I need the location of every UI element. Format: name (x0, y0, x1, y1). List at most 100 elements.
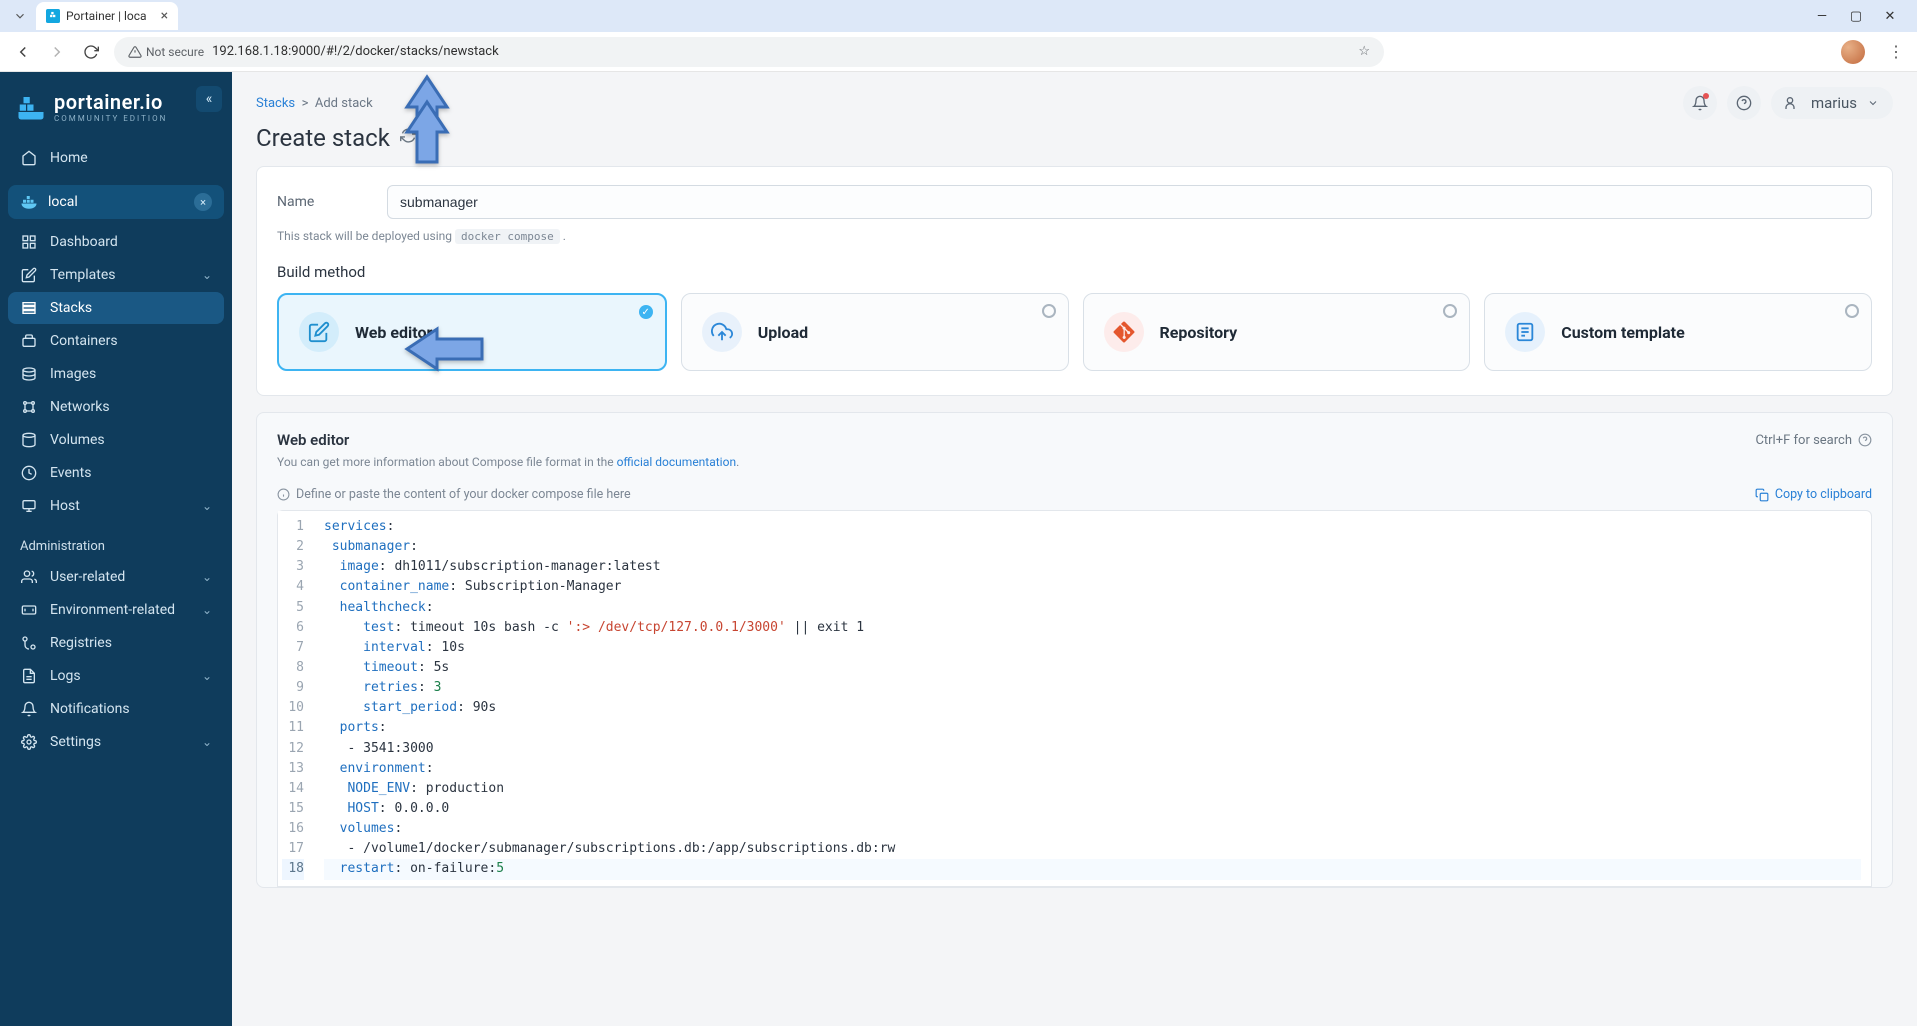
sidebar-item-environment-related[interactable]: Environment-related⌄ (8, 594, 224, 626)
not-secure-badge[interactable]: Not secure (128, 45, 204, 59)
upload-cloud-icon (702, 312, 742, 352)
user-menu[interactable]: marius (1771, 87, 1893, 119)
radio-icon (1042, 304, 1056, 318)
logs-icon (20, 668, 38, 684)
sidebar-item-images[interactable]: Images (8, 358, 224, 390)
url-field[interactable]: Not secure 192.168.1.18:9000/#!/2/docker… (114, 37, 1384, 67)
breadcrumb-leaf: Add stack (315, 96, 373, 111)
networks-icon (20, 399, 38, 415)
copy-to-clipboard-button[interactable]: Copy to clipboard (1755, 487, 1872, 502)
chevron-down-icon: ⌄ (202, 268, 212, 282)
sidebar-item-notifications[interactable]: Notifications (8, 693, 224, 725)
containers-icon (20, 333, 38, 349)
browser-address-bar: Not secure 192.168.1.18:9000/#!/2/docker… (0, 32, 1917, 72)
browser-tab-strip: Portainer | loca × — ▢ ✕ (0, 0, 1917, 32)
sidebar-item-networks[interactable]: Networks (8, 391, 224, 423)
sidebar-item-logs[interactable]: Logs⌄ (8, 660, 224, 692)
window-maximize-icon[interactable]: ▢ (1849, 9, 1863, 24)
editor-search-hint: Ctrl+F for search (1755, 433, 1872, 448)
tabs-dropdown-icon[interactable] (8, 4, 32, 28)
sidebar-item-containers[interactable]: Containers (8, 325, 224, 357)
git-icon (1104, 312, 1144, 352)
sidebar-collapse-button[interactable]: « (196, 86, 222, 112)
template-icon (1505, 312, 1545, 352)
browser-tab[interactable]: Portainer | loca × (36, 2, 178, 30)
bell-icon (1692, 95, 1708, 111)
build-method-custom-template[interactable]: Custom template (1484, 293, 1872, 371)
breadcrumb: Stacks > Add stack (256, 96, 373, 111)
sidebar-item-stacks[interactable]: Stacks (8, 292, 224, 324)
home-icon (20, 150, 38, 166)
tab-title: Portainer | loca (66, 9, 147, 23)
settings-icon (20, 734, 38, 750)
images-icon (20, 366, 38, 382)
browser-menu-icon[interactable]: ⋮ (1887, 42, 1905, 61)
sidebar-item-templates[interactable]: Templates⌄ (8, 259, 224, 291)
radio-icon (1443, 304, 1457, 318)
brand-edition: COMMUNITY EDITION (54, 114, 167, 123)
events-icon (20, 465, 38, 481)
edit-icon (299, 312, 339, 352)
nav-forward-icon[interactable] (46, 43, 68, 61)
docker-whale-icon (20, 193, 38, 211)
window-close-icon[interactable]: ✕ (1883, 9, 1897, 24)
sidebar-item-dashboard[interactable]: Dashboard (8, 226, 224, 258)
nav-back-icon[interactable] (12, 43, 34, 61)
build-method-upload[interactable]: Upload (681, 293, 1069, 371)
editor-gutter: 123456789101112131415161718 (278, 511, 314, 886)
info-icon (277, 488, 290, 501)
environment-close-icon[interactable]: × (194, 193, 212, 211)
editor-title: Web editor (277, 431, 349, 449)
radio-icon (1845, 304, 1859, 318)
chevron-down-icon: ⌄ (202, 603, 212, 617)
editor-subtitle: You can get more information about Compo… (277, 455, 1872, 469)
sidebar-item-home[interactable]: Home (8, 142, 224, 174)
dashboard-icon (20, 234, 38, 250)
editor-content[interactable]: services: submanager: image: dh1011/subs… (314, 511, 1871, 886)
user-related-icon (20, 569, 38, 585)
help-button[interactable] (1727, 86, 1761, 120)
notifications-button[interactable] (1683, 86, 1717, 120)
chevron-down-icon: ⌄ (202, 735, 212, 749)
window-minimize-icon[interactable]: — (1815, 9, 1829, 24)
host-icon (20, 498, 38, 514)
chevron-down-icon: ⌄ (202, 499, 212, 513)
sidebar-item-registries[interactable]: Registries (8, 627, 224, 659)
nav-reload-icon[interactable] (80, 44, 102, 60)
sidebar-section-administration: Administration (8, 523, 224, 560)
brand-name: portainer.io (54, 90, 167, 114)
sidebar-item-settings[interactable]: Settings⌄ (8, 726, 224, 758)
tab-close-icon[interactable]: × (161, 8, 168, 24)
breadcrumb-stacks-link[interactable]: Stacks (256, 96, 295, 111)
portainer-logo-icon (16, 92, 46, 122)
templates-icon (20, 267, 38, 283)
build-method-repository[interactable]: Repository (1083, 293, 1471, 371)
sidebar-item-user-related[interactable]: User-related⌄ (8, 561, 224, 593)
environment-selector[interactable]: local × (8, 185, 224, 219)
help-circle-icon (1858, 433, 1872, 447)
sidebar-item-volumes[interactable]: Volumes (8, 424, 224, 456)
copy-icon (1755, 488, 1769, 502)
brand-logo[interactable]: portainer.io COMMUNITY EDITION (8, 84, 224, 141)
warning-triangle-icon (128, 45, 142, 59)
deploy-hint: This stack will be deployed using docker… (277, 229, 1872, 243)
name-label: Name (277, 194, 367, 210)
compose-editor[interactable]: 123456789101112131415161718 services: su… (277, 510, 1872, 887)
sidebar-item-events[interactable]: Events (8, 457, 224, 489)
url-text: 192.168.1.18:9000/#!/2/docker/stacks/new… (212, 44, 499, 59)
annotation-arrow-webeditor (402, 314, 502, 388)
help-icon (1736, 95, 1752, 111)
window-controls: — ▢ ✕ (1815, 9, 1909, 24)
environment-related-icon (20, 602, 38, 618)
radio-selected-icon: ✓ (639, 305, 653, 319)
stack-name-input[interactable] (387, 185, 1872, 219)
page-title: Create stack (232, 120, 1917, 166)
profile-avatar-icon[interactable] (1841, 40, 1865, 64)
chevron-down-icon: ⌄ (202, 570, 212, 584)
sidebar-item-host[interactable]: Host⌄ (8, 490, 224, 522)
compose-docs-link[interactable]: official documentation (617, 455, 737, 469)
bookmark-star-icon[interactable]: ☆ (1358, 44, 1370, 59)
volumes-icon (20, 432, 38, 448)
annotation-arrow-name (392, 72, 462, 176)
chevron-down-icon: ⌄ (202, 669, 212, 683)
